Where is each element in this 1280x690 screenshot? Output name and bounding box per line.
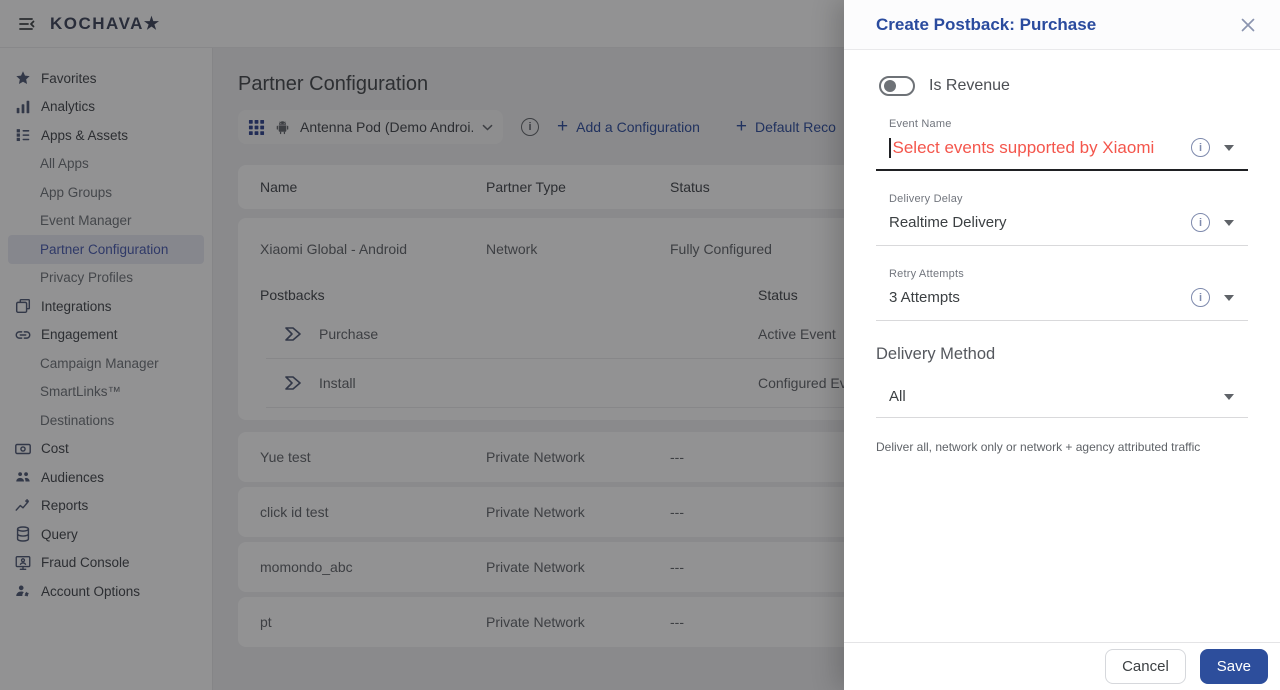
delivery-method-helper: Deliver all, network only or network + a… [876, 440, 1201, 454]
delivery-method-select[interactable]: All [876, 372, 1248, 418]
delivery-delay-label: Delivery Delay [889, 193, 963, 205]
save-button[interactable]: Save [1199, 649, 1268, 684]
retry-attempts-label: Retry Attempts [889, 268, 964, 280]
toggle-knob [884, 80, 896, 92]
close-icon[interactable] [1234, 11, 1262, 39]
retry-attempts-value[interactable]: 3 Attempts [889, 289, 960, 306]
drawer-title: Create Postback: Purchase [876, 14, 1097, 34]
event-name-input[interactable]: Select events supported by Xiaomi [889, 137, 1154, 158]
drawer-footer: Cancel Save [844, 642, 1280, 690]
event-name-label: Event Name [889, 118, 952, 130]
delivery-delay-field[interactable]: Delivery Delay Realtime Delivery i [876, 193, 1248, 246]
text-caret [889, 137, 891, 158]
drawer-body: Is Revenue Event Name Select events supp… [844, 50, 1280, 454]
delivery-delay-value[interactable]: Realtime Delivery [889, 214, 1007, 231]
dropdown-arrow-icon[interactable] [1224, 144, 1234, 151]
delivery-method-heading: Delivery Method [876, 345, 996, 363]
retry-attempts-field[interactable]: Retry Attempts 3 Attempts i [876, 268, 1248, 321]
cancel-button[interactable]: Cancel [1105, 649, 1186, 684]
info-icon[interactable]: i [1191, 138, 1210, 157]
is-revenue-toggle[interactable] [879, 76, 915, 96]
create-postback-drawer: Create Postback: Purchase Is Revenue Eve… [844, 0, 1280, 690]
event-name-field[interactable]: Event Name Select events supported by Xi… [876, 118, 1248, 171]
is-revenue-label: Is Revenue [929, 77, 1010, 94]
is-revenue-row: Is Revenue [876, 76, 1248, 96]
delivery-method-value[interactable]: All [889, 388, 906, 405]
dropdown-arrow-icon[interactable] [1224, 219, 1234, 226]
dropdown-arrow-icon[interactable] [1224, 393, 1234, 400]
dropdown-arrow-icon[interactable] [1224, 294, 1234, 301]
info-icon[interactable]: i [1191, 213, 1210, 232]
drawer-header: Create Postback: Purchase [844, 0, 1280, 50]
info-icon[interactable]: i [1191, 288, 1210, 307]
